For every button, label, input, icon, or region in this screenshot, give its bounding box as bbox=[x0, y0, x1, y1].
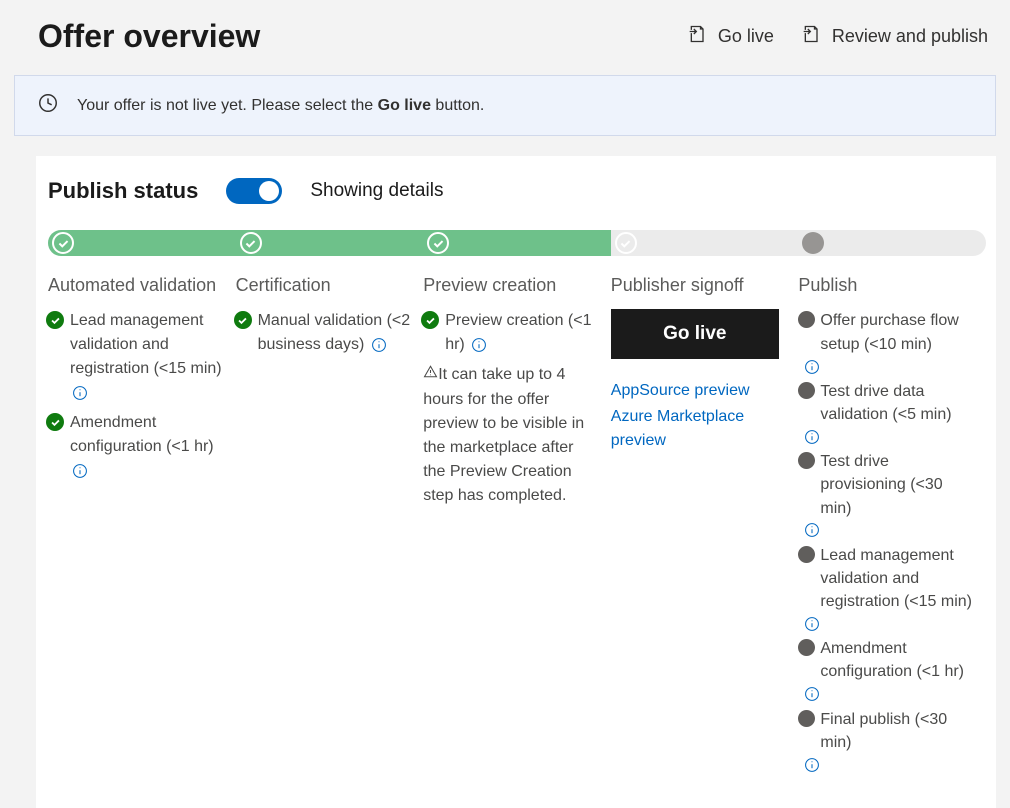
step-label: Test drive data validation (<5 min) bbox=[820, 383, 951, 423]
step-label: Offer purchase flow setup (<10 min) bbox=[820, 312, 958, 352]
info-icon[interactable] bbox=[804, 757, 820, 773]
page-title: Offer overview bbox=[38, 18, 260, 55]
step-label: Lead management validation and registrat… bbox=[820, 547, 972, 610]
step-label: Final publish (<30 min) bbox=[820, 711, 947, 751]
stage-certification: Certification Manual validation (<2 busi… bbox=[236, 274, 424, 778]
info-icon[interactable] bbox=[804, 429, 820, 445]
stage-title: Publisher signoff bbox=[611, 274, 789, 297]
pending-icon bbox=[798, 710, 815, 727]
check-icon bbox=[234, 311, 252, 329]
step: Amendment configuration (<1 hr) bbox=[798, 637, 976, 683]
stage-check-icon bbox=[240, 232, 262, 254]
review-publish-icon bbox=[802, 24, 822, 49]
info-icon[interactable] bbox=[804, 522, 820, 538]
step-label: Manual validation (<2 business days) bbox=[258, 312, 411, 353]
stage-publisher-signoff: Publisher signoff Go live AppSource prev… bbox=[611, 274, 799, 778]
stage-automated-validation: Automated validation Lead management val… bbox=[48, 274, 236, 778]
toggle-label: Showing details bbox=[310, 180, 443, 202]
info-icon[interactable] bbox=[72, 385, 88, 401]
stage-title: Publish bbox=[798, 274, 976, 297]
review-publish-label: Review and publish bbox=[832, 26, 988, 47]
info-banner: Your offer is not live yet. Please selec… bbox=[14, 75, 996, 136]
review-publish-action[interactable]: Review and publish bbox=[802, 24, 988, 49]
preview-note: It can take up to 4 hours for the offer … bbox=[423, 363, 601, 507]
info-icon[interactable] bbox=[804, 686, 820, 702]
step: Preview creation (<1 hr) bbox=[423, 309, 601, 357]
step: Offer purchase flow setup (<10 min) bbox=[798, 309, 976, 355]
stage-title: Automated validation bbox=[48, 274, 226, 297]
publish-panel: Publish status Showing details Automated… bbox=[36, 156, 996, 808]
step-label: Lead management validation and registrat… bbox=[70, 312, 222, 377]
page-header: Offer overview Go live Review and publis… bbox=[0, 0, 1010, 75]
info-icon[interactable] bbox=[804, 616, 820, 632]
step-label: Test drive provisioning (<30 min) bbox=[820, 453, 942, 516]
stage-check-icon bbox=[427, 232, 449, 254]
pending-icon bbox=[798, 311, 815, 328]
check-icon bbox=[46, 413, 64, 431]
info-icon[interactable] bbox=[804, 359, 820, 375]
check-icon bbox=[46, 311, 64, 329]
banner-text: Your offer is not live yet. Please selec… bbox=[77, 97, 484, 115]
info-icon[interactable] bbox=[371, 337, 387, 353]
step: Test drive data validation (<5 min) bbox=[798, 380, 976, 426]
step-label: Amendment configuration (<1 hr) bbox=[70, 414, 214, 455]
stage-preview-creation: Preview creation Preview creation (<1 hr… bbox=[423, 274, 611, 778]
stage-check-icon bbox=[52, 232, 74, 254]
stage-title: Preview creation bbox=[423, 274, 601, 297]
info-icon[interactable] bbox=[72, 463, 88, 479]
step: Amendment configuration (<1 hr) bbox=[48, 411, 226, 483]
go-live-label: Go live bbox=[718, 26, 774, 47]
stage-check-icon bbox=[615, 232, 637, 254]
banner-bold: Go live bbox=[378, 97, 431, 114]
pending-icon bbox=[798, 639, 815, 656]
stage-title: Certification bbox=[236, 274, 414, 297]
step: Manual validation (<2 business days) bbox=[236, 309, 414, 357]
stage-pending-icon bbox=[802, 232, 824, 254]
panel-header: Publish status Showing details bbox=[48, 178, 986, 204]
step-label: Amendment configuration (<1 hr) bbox=[820, 640, 964, 680]
go-live-action[interactable]: Go live bbox=[688, 24, 774, 49]
pending-icon bbox=[798, 546, 815, 563]
warning-icon bbox=[423, 363, 438, 387]
pending-icon bbox=[798, 452, 815, 469]
appsource-preview-link[interactable]: AppSource preview bbox=[611, 379, 789, 403]
progress-bar bbox=[48, 230, 986, 256]
stages-row: Automated validation Lead management val… bbox=[48, 274, 986, 778]
go-live-button[interactable]: Go live bbox=[611, 309, 779, 359]
progress-icons bbox=[48, 230, 986, 256]
step: Lead management validation and registrat… bbox=[48, 309, 226, 405]
go-live-icon bbox=[688, 24, 708, 49]
stage-publish: Publish Offer purchase flow setup (<10 m… bbox=[798, 274, 986, 778]
check-icon bbox=[421, 311, 439, 329]
step: Test drive provisioning (<30 min) bbox=[798, 450, 976, 520]
step: Lead management validation and registrat… bbox=[798, 544, 976, 614]
azure-marketplace-preview-link[interactable]: Azure Marketplace preview bbox=[611, 405, 789, 453]
header-actions: Go live Review and publish bbox=[688, 24, 988, 49]
panel-title: Publish status bbox=[48, 178, 198, 204]
clock-icon bbox=[37, 92, 59, 119]
step-label: Preview creation (<1 hr) bbox=[445, 312, 591, 353]
banner-prefix: Your offer is not live yet. Please selec… bbox=[77, 97, 378, 114]
banner-suffix: button. bbox=[431, 97, 484, 114]
details-toggle[interactable] bbox=[226, 178, 282, 204]
pending-icon bbox=[798, 382, 815, 399]
step: Final publish (<30 min) bbox=[798, 708, 976, 754]
note-text: It can take up to 4 hours for the offer … bbox=[423, 367, 584, 504]
info-icon[interactable] bbox=[471, 337, 487, 353]
